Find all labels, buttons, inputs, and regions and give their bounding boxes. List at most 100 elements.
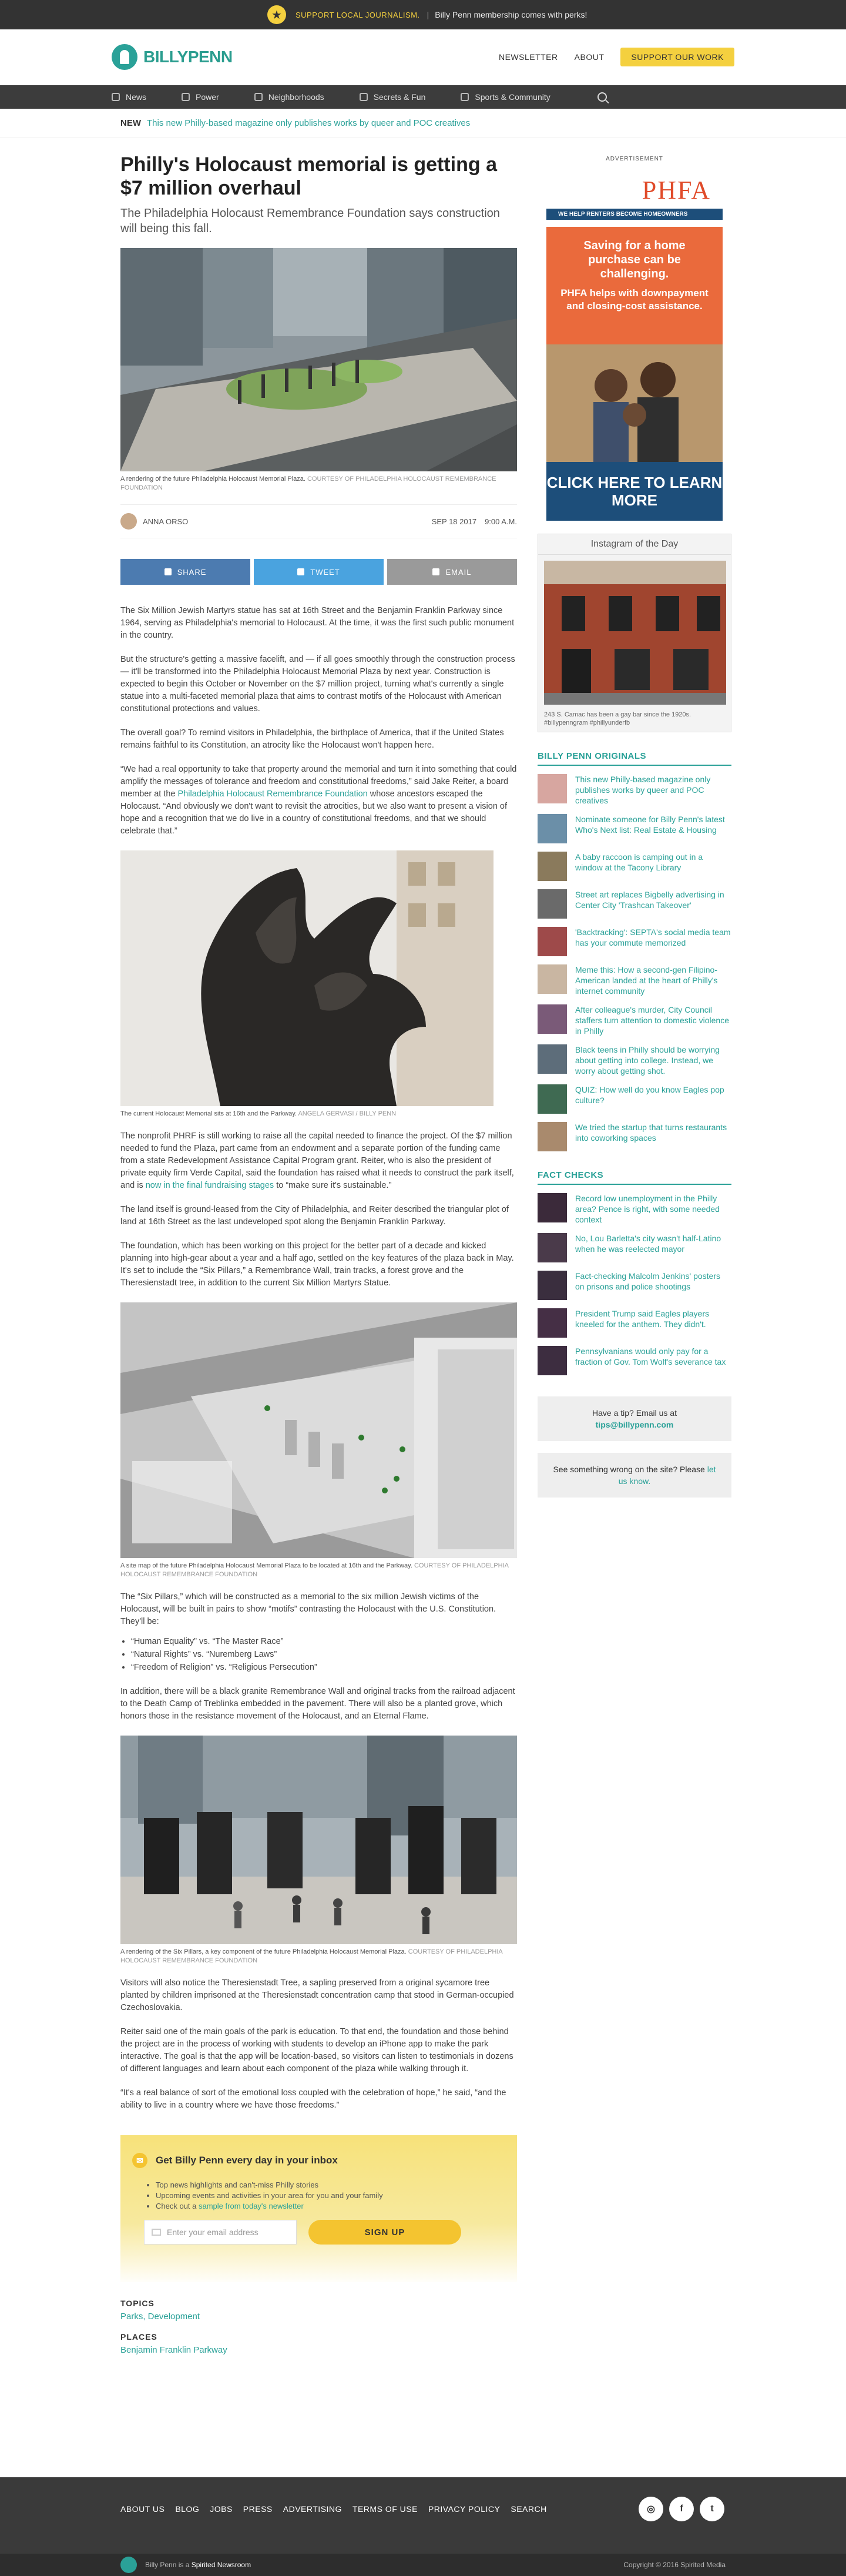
- caption-text: A rendering of the future Philadelphia H…: [120, 475, 306, 483]
- list-item[interactable]: President Trump said Eagles players knee…: [538, 1308, 731, 1338]
- originals-heading: BILLY PENN ORIGINALS: [538, 751, 731, 766]
- item-title[interactable]: We tried the startup that turns restaura…: [575, 1122, 731, 1143]
- item-title[interactable]: Black teens in Philly should be worrying…: [575, 1044, 731, 1076]
- topics-links[interactable]: Parks, Development: [120, 2312, 517, 2322]
- list-item[interactable]: Fact-checking Malcolm Jenkins' posters o…: [538, 1271, 731, 1300]
- item-title[interactable]: Pennsylvanians would only pay for a frac…: [575, 1346, 731, 1367]
- share-twitter-button[interactable]: TWEET: [254, 559, 384, 585]
- section-sports[interactable]: Sports & Community: [461, 92, 550, 102]
- caption-text: A rendering of the Six Pillars, a key co…: [120, 1948, 407, 1955]
- section-news[interactable]: News: [112, 92, 146, 102]
- byline: ANNA ORSO SEP 18 2017 9:00 A.M.: [120, 504, 517, 538]
- sample-link[interactable]: sample from today's newsletter: [199, 2202, 304, 2210]
- list-item: Check out a sample from today's newslett…: [156, 2201, 505, 2212]
- about-link[interactable]: ABOUT: [575, 52, 605, 62]
- item-title[interactable]: No, Lou Barletta's city wasn't half-Lati…: [575, 1233, 731, 1254]
- twitter-icon[interactable]: t: [700, 2497, 724, 2521]
- item-title[interactable]: After colleague's murder, City Council s…: [575, 1004, 731, 1036]
- footer-link[interactable]: BLOG: [175, 2504, 199, 2514]
- list-item[interactable]: Record low unemployment in the Philly ar…: [538, 1193, 731, 1225]
- phrf-link[interactable]: Philadelphia Holocaust Remembrance Found…: [178, 789, 368, 799]
- email-placeholder: Enter your email address: [167, 2227, 258, 2237]
- list-item[interactable]: Nominate someone for Billy Penn's latest…: [538, 814, 731, 843]
- newsletter-header: ✉ Get Billy Penn every day in your inbox: [132, 2153, 505, 2168]
- list-item[interactable]: QUIZ: How well do you know Eagles pop cu…: [538, 1084, 731, 1114]
- list-item[interactable]: Meme this: How a second-gen Filipino-Ame…: [538, 964, 731, 996]
- promo-text[interactable]: Billy Penn membership comes with perks!: [435, 10, 587, 19]
- article-title: Philly's Holocaust memorial is getting a…: [120, 153, 498, 199]
- mail-icon: ✉: [132, 2153, 147, 2168]
- instagram-icon[interactable]: ◎: [639, 2497, 663, 2521]
- item-title[interactable]: President Trump said Eagles players knee…: [575, 1308, 731, 1329]
- item-title[interactable]: Record low unemployment in the Philly ar…: [575, 1193, 731, 1225]
- promo-bar[interactable]: ★ SUPPORT LOCAL JOURNALISM. | Billy Penn…: [0, 0, 846, 29]
- article-dek: The Philadelphia Holocaust Remembrance F…: [120, 207, 500, 235]
- footer-link[interactable]: TERMS OF USE: [352, 2504, 418, 2514]
- facebook-icon: [164, 568, 172, 575]
- newsletter-link[interactable]: NEWSLETTER: [499, 52, 558, 62]
- author-avatar[interactable]: [120, 513, 137, 530]
- report-error-box: See something wrong on the site? Please …: [538, 1453, 731, 1498]
- section-neighborhoods[interactable]: Neighborhoods: [254, 92, 324, 102]
- ad-cta-button[interactable]: CLICK HERE TO LEARN MORE: [546, 462, 723, 521]
- list-item[interactable]: Street art replaces Bigbelly advertising…: [538, 889, 731, 919]
- insta-image[interactable]: [544, 561, 726, 705]
- fundraising-link[interactable]: now in the final fundraising stages: [146, 1181, 274, 1190]
- footer-link[interactable]: ADVERTISING: [283, 2504, 342, 2514]
- item-title[interactable]: This new Philly-based magazine only publ…: [575, 774, 731, 806]
- caption-credit: Angela Gervasi / Billy Penn: [298, 1110, 397, 1117]
- spirited-newsroom-link[interactable]: Spirited Newsroom: [192, 2561, 251, 2569]
- places-links[interactable]: Benjamin Franklin Parkway: [120, 2345, 517, 2355]
- item-title[interactable]: Fact-checking Malcolm Jenkins' posters o…: [575, 1271, 731, 1292]
- item-title[interactable]: Meme this: How a second-gen Filipino-Ame…: [575, 964, 731, 996]
- pillars-list: “Human Equality” vs. “The Master Race” “…: [131, 1635, 517, 1674]
- list-item[interactable]: This new Philly-based magazine only publ…: [538, 774, 731, 806]
- share-email-button[interactable]: EMAIL: [387, 559, 517, 585]
- facebook-icon[interactable]: f: [669, 2497, 694, 2521]
- list-item[interactable]: No, Lou Barletta's city wasn't half-Lati…: [538, 1233, 731, 1262]
- section-secrets[interactable]: Secrets & Fun: [359, 92, 425, 102]
- support-button[interactable]: SUPPORT OUR WORK: [620, 48, 734, 66]
- ad-family-photo: [546, 344, 723, 462]
- list-item[interactable]: A baby raccoon is camping out in a windo…: [538, 852, 731, 881]
- list-item[interactable]: Pennsylvanians would only pay for a frac…: [538, 1346, 731, 1375]
- item-title[interactable]: 'Backtracking': SEPTA's social media tea…: [575, 927, 731, 948]
- paragraph: “It's a real balance of sort of the emot…: [120, 2088, 506, 2110]
- item-title[interactable]: Nominate someone for Billy Penn's latest…: [575, 814, 731, 835]
- thumbnail: [538, 852, 567, 881]
- site-logo[interactable]: BILLYPENN: [112, 44, 233, 70]
- copyright: Copyright © 2016 Spirited Media: [623, 2561, 726, 2569]
- insta-photo: [544, 561, 726, 705]
- list-item[interactable]: Black teens in Philly should be worrying…: [538, 1044, 731, 1076]
- footer-link[interactable]: SEARCH: [511, 2504, 546, 2514]
- item-title[interactable]: A baby raccoon is camping out in a windo…: [575, 852, 731, 873]
- list-item[interactable]: 'Backtracking': SEPTA's social media tea…: [538, 927, 731, 956]
- signup-button[interactable]: SIGN UP: [308, 2220, 461, 2245]
- footer-bottom: Billy Penn is a Spirited Newsroom Copyri…: [0, 2554, 846, 2576]
- paragraph: Visitors will also notice the Theresiens…: [120, 1978, 514, 2012]
- item-title[interactable]: Street art replaces Bigbelly advertising…: [575, 889, 731, 910]
- new-strip-link[interactable]: This new Philly-based magazine only publ…: [147, 118, 470, 128]
- thumbnail: [538, 814, 567, 843]
- list-item[interactable]: After colleague's murder, City Council s…: [538, 1004, 731, 1036]
- thumbnail: [538, 1044, 567, 1074]
- header-nav: NEWSLETTER ABOUT SUPPORT OUR WORK: [499, 48, 734, 66]
- section-power[interactable]: Power: [182, 92, 219, 102]
- footer-link[interactable]: PRIVACY POLICY: [428, 2504, 500, 2514]
- tip-email-link[interactable]: tips@billypenn.com: [596, 1420, 674, 1429]
- item-title[interactable]: QUIZ: How well do you know Eagles pop cu…: [575, 1084, 731, 1106]
- footer-link[interactable]: ABOUT US: [120, 2504, 164, 2514]
- list-item: “Freedom of Religion” vs. “Religious Per…: [131, 1661, 517, 1674]
- footer-link[interactable]: JOBS: [210, 2504, 233, 2514]
- advertisement[interactable]: PHFA WE HELP RENTERS BECOME HOMEOWNERS S…: [546, 168, 723, 521]
- thumbnail: [538, 1122, 567, 1151]
- list-item[interactable]: We tried the startup that turns restaura…: [538, 1122, 731, 1151]
- article: Philly's Holocaust memorial is getting a…: [120, 138, 517, 2355]
- article-tags: TOPICS Parks, Development PLACES Benjami…: [120, 2299, 517, 2355]
- author-link[interactable]: ANNA ORSO: [143, 517, 188, 526]
- email-field[interactable]: Enter your email address: [144, 2220, 297, 2245]
- pillars-rendering: [120, 1736, 517, 1944]
- share-facebook-button[interactable]: SHARE: [120, 559, 250, 585]
- search-icon[interactable]: [597, 92, 607, 102]
- footer-link[interactable]: PRESS: [243, 2504, 273, 2514]
